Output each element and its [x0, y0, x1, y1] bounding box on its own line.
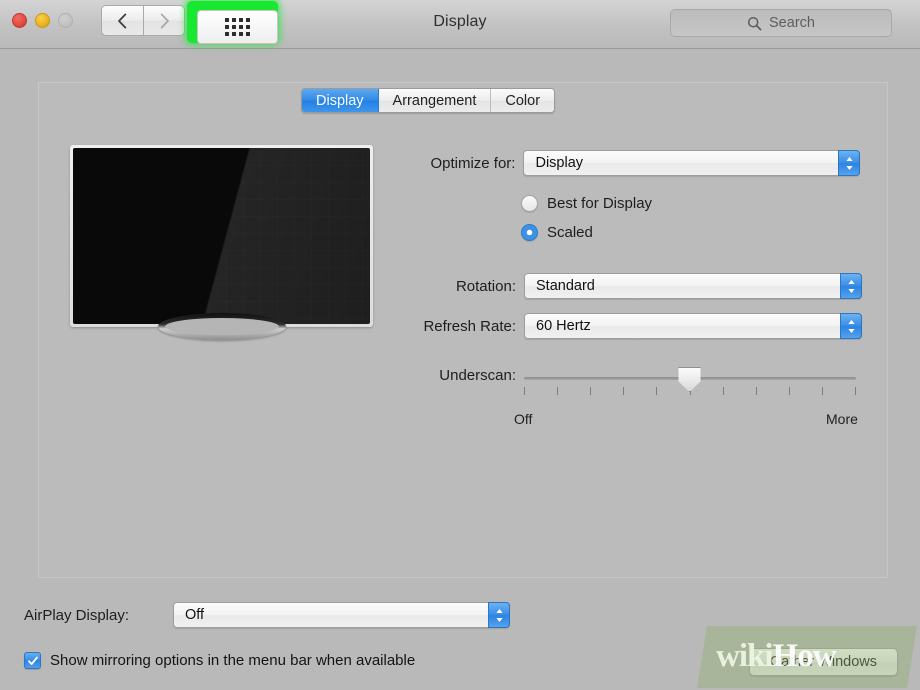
tab-color[interactable]: Color [491, 89, 555, 112]
radio-scaled[interactable]: Scaled [521, 224, 593, 241]
slider-tick [821, 387, 823, 395]
radio-indicator-scaled[interactable] [521, 224, 538, 241]
search-field[interactable]: Search [670, 9, 892, 37]
window-titlebar: Display Search [0, 0, 920, 49]
chevron-updown-icon[interactable] [840, 313, 862, 339]
tv-screen-gloss [73, 148, 370, 324]
tab-display[interactable]: Display [302, 89, 379, 112]
refresh-rate-select[interactable]: 60 Hertz [524, 313, 862, 339]
refresh-rate-row: Refresh Rate: 60 Hertz [391, 313, 862, 339]
optimize-for-select[interactable]: Display [523, 150, 860, 176]
slider-tick [722, 387, 724, 395]
tv-stand [158, 313, 286, 340]
slider-tick [524, 387, 525, 395]
refresh-rate-value: 60 Hertz [536, 318, 591, 334]
slider-tick [788, 387, 790, 395]
tv-body [70, 145, 373, 327]
rotation-label: Rotation: [455, 277, 516, 295]
tab-bar: Display Arrangement Color [301, 88, 556, 113]
rotation-row: Rotation: Standard [412, 273, 862, 299]
rotation-select[interactable]: Standard [524, 273, 862, 299]
slider-tick [855, 387, 856, 395]
rotation-value: Standard [536, 278, 595, 294]
airplay-display-select[interactable]: Off [173, 602, 510, 628]
underscan-min-label: Off [514, 411, 533, 427]
chevron-updown-icon[interactable] [838, 150, 860, 176]
tab-arrangement[interactable]: Arrangement [378, 89, 492, 112]
check-icon [27, 655, 39, 667]
optimize-for-value: Display [535, 155, 584, 171]
underscan-slider-thumb[interactable] [677, 367, 702, 392]
optimize-for-label: Optimize for: [430, 154, 516, 172]
underscan-label: Underscan: [439, 367, 516, 384]
underscan-max-label: More [826, 411, 858, 427]
radio-best-for-display[interactable]: Best for Display [521, 195, 652, 212]
refresh-rate-label: Refresh Rate: [423, 317, 516, 335]
slider-tick [656, 387, 658, 395]
gather-windows-button[interactable]: Gather Windows [748, 648, 898, 676]
tv-screen [73, 148, 370, 324]
slider-tick [590, 387, 592, 395]
television-icon [70, 145, 373, 340]
airplay-display-row: AirPlay Display: Off [24, 602, 514, 628]
chevron-updown-icon[interactable] [840, 273, 862, 299]
radio-indicator-best[interactable] [521, 195, 538, 212]
airplay-display-value: Off [185, 607, 205, 623]
slider-tick [557, 387, 559, 395]
slider-tick [755, 387, 757, 395]
chevron-updown-icon[interactable] [488, 602, 510, 628]
radio-label-scaled: Scaled [547, 224, 593, 241]
airplay-display-label: AirPlay Display: [24, 606, 130, 624]
mirroring-checkbox-label: Show mirroring options in the menu bar w… [50, 652, 416, 669]
display-preferences-window: Display Search Display Arrangement Color [0, 0, 920, 690]
slider-tick [623, 387, 625, 395]
mirroring-checkbox[interactable] [24, 652, 41, 669]
mirroring-checkbox-row[interactable]: Show mirroring options in the menu bar w… [24, 652, 415, 669]
radio-label-best: Best for Display [547, 195, 653, 212]
search-icon [747, 16, 762, 31]
optimize-for-row: Optimize for: Display [398, 150, 860, 176]
search-placeholder: Search [769, 15, 815, 31]
